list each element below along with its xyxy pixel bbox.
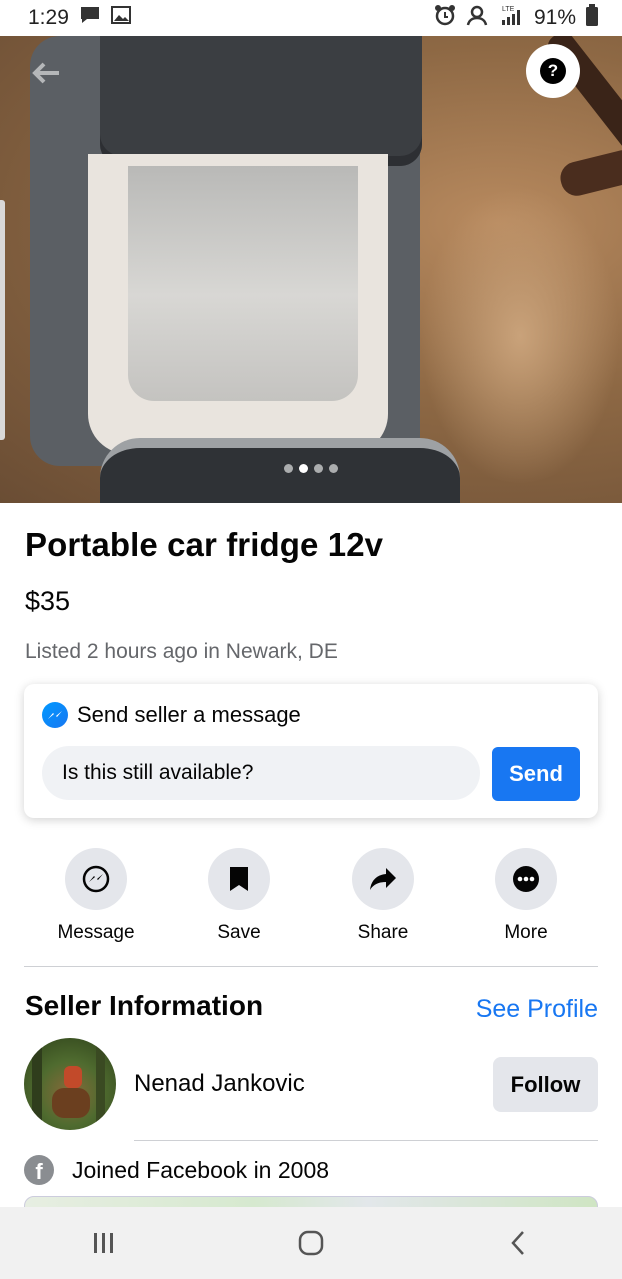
carousel-dot-active [299, 464, 308, 473]
help-button[interactable]: ? [526, 44, 580, 98]
status-left: 1:29 [28, 5, 131, 31]
question-icon: ? [540, 58, 566, 84]
battery-percent: 91% [533, 6, 576, 29]
messenger-icon [42, 702, 68, 728]
listing-meta: Listed 2 hours ago in Newark, DE [25, 640, 338, 663]
share-icon [352, 848, 414, 910]
status-bar: 1:29 LTE 91% [0, 0, 622, 36]
share-action[interactable]: Share [313, 848, 453, 944]
seller-avatar[interactable] [24, 1038, 116, 1130]
svg-text:LTE: LTE [502, 6, 515, 13]
back-icon [511, 1231, 525, 1255]
listing-price: $35 [25, 586, 71, 616]
carousel-dot [329, 464, 338, 473]
message-input[interactable] [42, 746, 480, 800]
message-card-header: Send seller a message [42, 702, 301, 728]
recents-icon [93, 1233, 113, 1253]
message-action[interactable]: Message [26, 848, 166, 944]
bookmark-icon [208, 848, 270, 910]
status-time: 1:29 [28, 6, 69, 29]
fridge-interior [128, 166, 358, 401]
facebook-icon: f [24, 1155, 54, 1185]
message-icon [79, 5, 101, 31]
home-button[interactable] [281, 1213, 341, 1273]
save-action-label: Save [217, 922, 261, 943]
image-icon [110, 6, 131, 30]
seller-info-heading: Seller Information [25, 990, 264, 1021]
arrow-left-icon [32, 62, 59, 84]
marketplace-listing-page: 1:29 LTE 91% ? Portable car fridge 12v $… [0, 0, 622, 1279]
seller-name[interactable]: Nenad Jankovic [134, 1070, 305, 1098]
action-row: Message Save Share More [0, 848, 622, 948]
fridge-lid [100, 36, 422, 166]
system-nav-bar [0, 1207, 622, 1279]
message-card-title: Send seller a message [77, 702, 301, 727]
follow-button[interactable]: Follow [493, 1057, 598, 1112]
messenger-icon [65, 848, 127, 910]
avatar-tree [96, 1038, 105, 1130]
avatar-tree [32, 1038, 42, 1130]
carousel-dots [0, 464, 622, 473]
send-button[interactable]: Send [492, 747, 580, 801]
share-action-label: Share [357, 922, 409, 943]
home-icon [298, 1230, 324, 1256]
save-action[interactable]: Save [169, 848, 309, 944]
send-message-card: Send seller a message Send [24, 684, 598, 818]
floor-highlight [420, 186, 620, 486]
avatar-horse [52, 1088, 90, 1118]
battery-icon [586, 4, 598, 32]
back-nav-button[interactable] [488, 1213, 548, 1273]
avatar-rider [64, 1066, 82, 1088]
account-icon [466, 4, 488, 32]
status-right: LTE 91% [434, 4, 598, 32]
see-profile-link[interactable]: See Profile [476, 995, 598, 1024]
alarm-icon [434, 4, 456, 32]
joined-facebook-row: f Joined Facebook in 2008 [24, 1155, 329, 1185]
more-icon [495, 848, 557, 910]
more-action[interactable]: More [456, 848, 596, 944]
more-action-label: More [504, 922, 548, 943]
message-action-label: Message [57, 922, 135, 943]
listing-title: Portable car fridge 12v [25, 526, 384, 563]
divider [134, 1140, 598, 1141]
carousel-dot [314, 464, 323, 473]
listing-photo-carousel[interactable] [0, 36, 622, 503]
recents-button[interactable] [74, 1213, 134, 1273]
joined-facebook-text: Joined Facebook in 2008 [72, 1156, 330, 1183]
lte-signal-icon: LTE [498, 4, 524, 32]
back-button[interactable] [26, 58, 66, 88]
edge-panel-handle[interactable] [0, 200, 5, 440]
carousel-dot [284, 464, 293, 473]
divider [24, 966, 598, 967]
